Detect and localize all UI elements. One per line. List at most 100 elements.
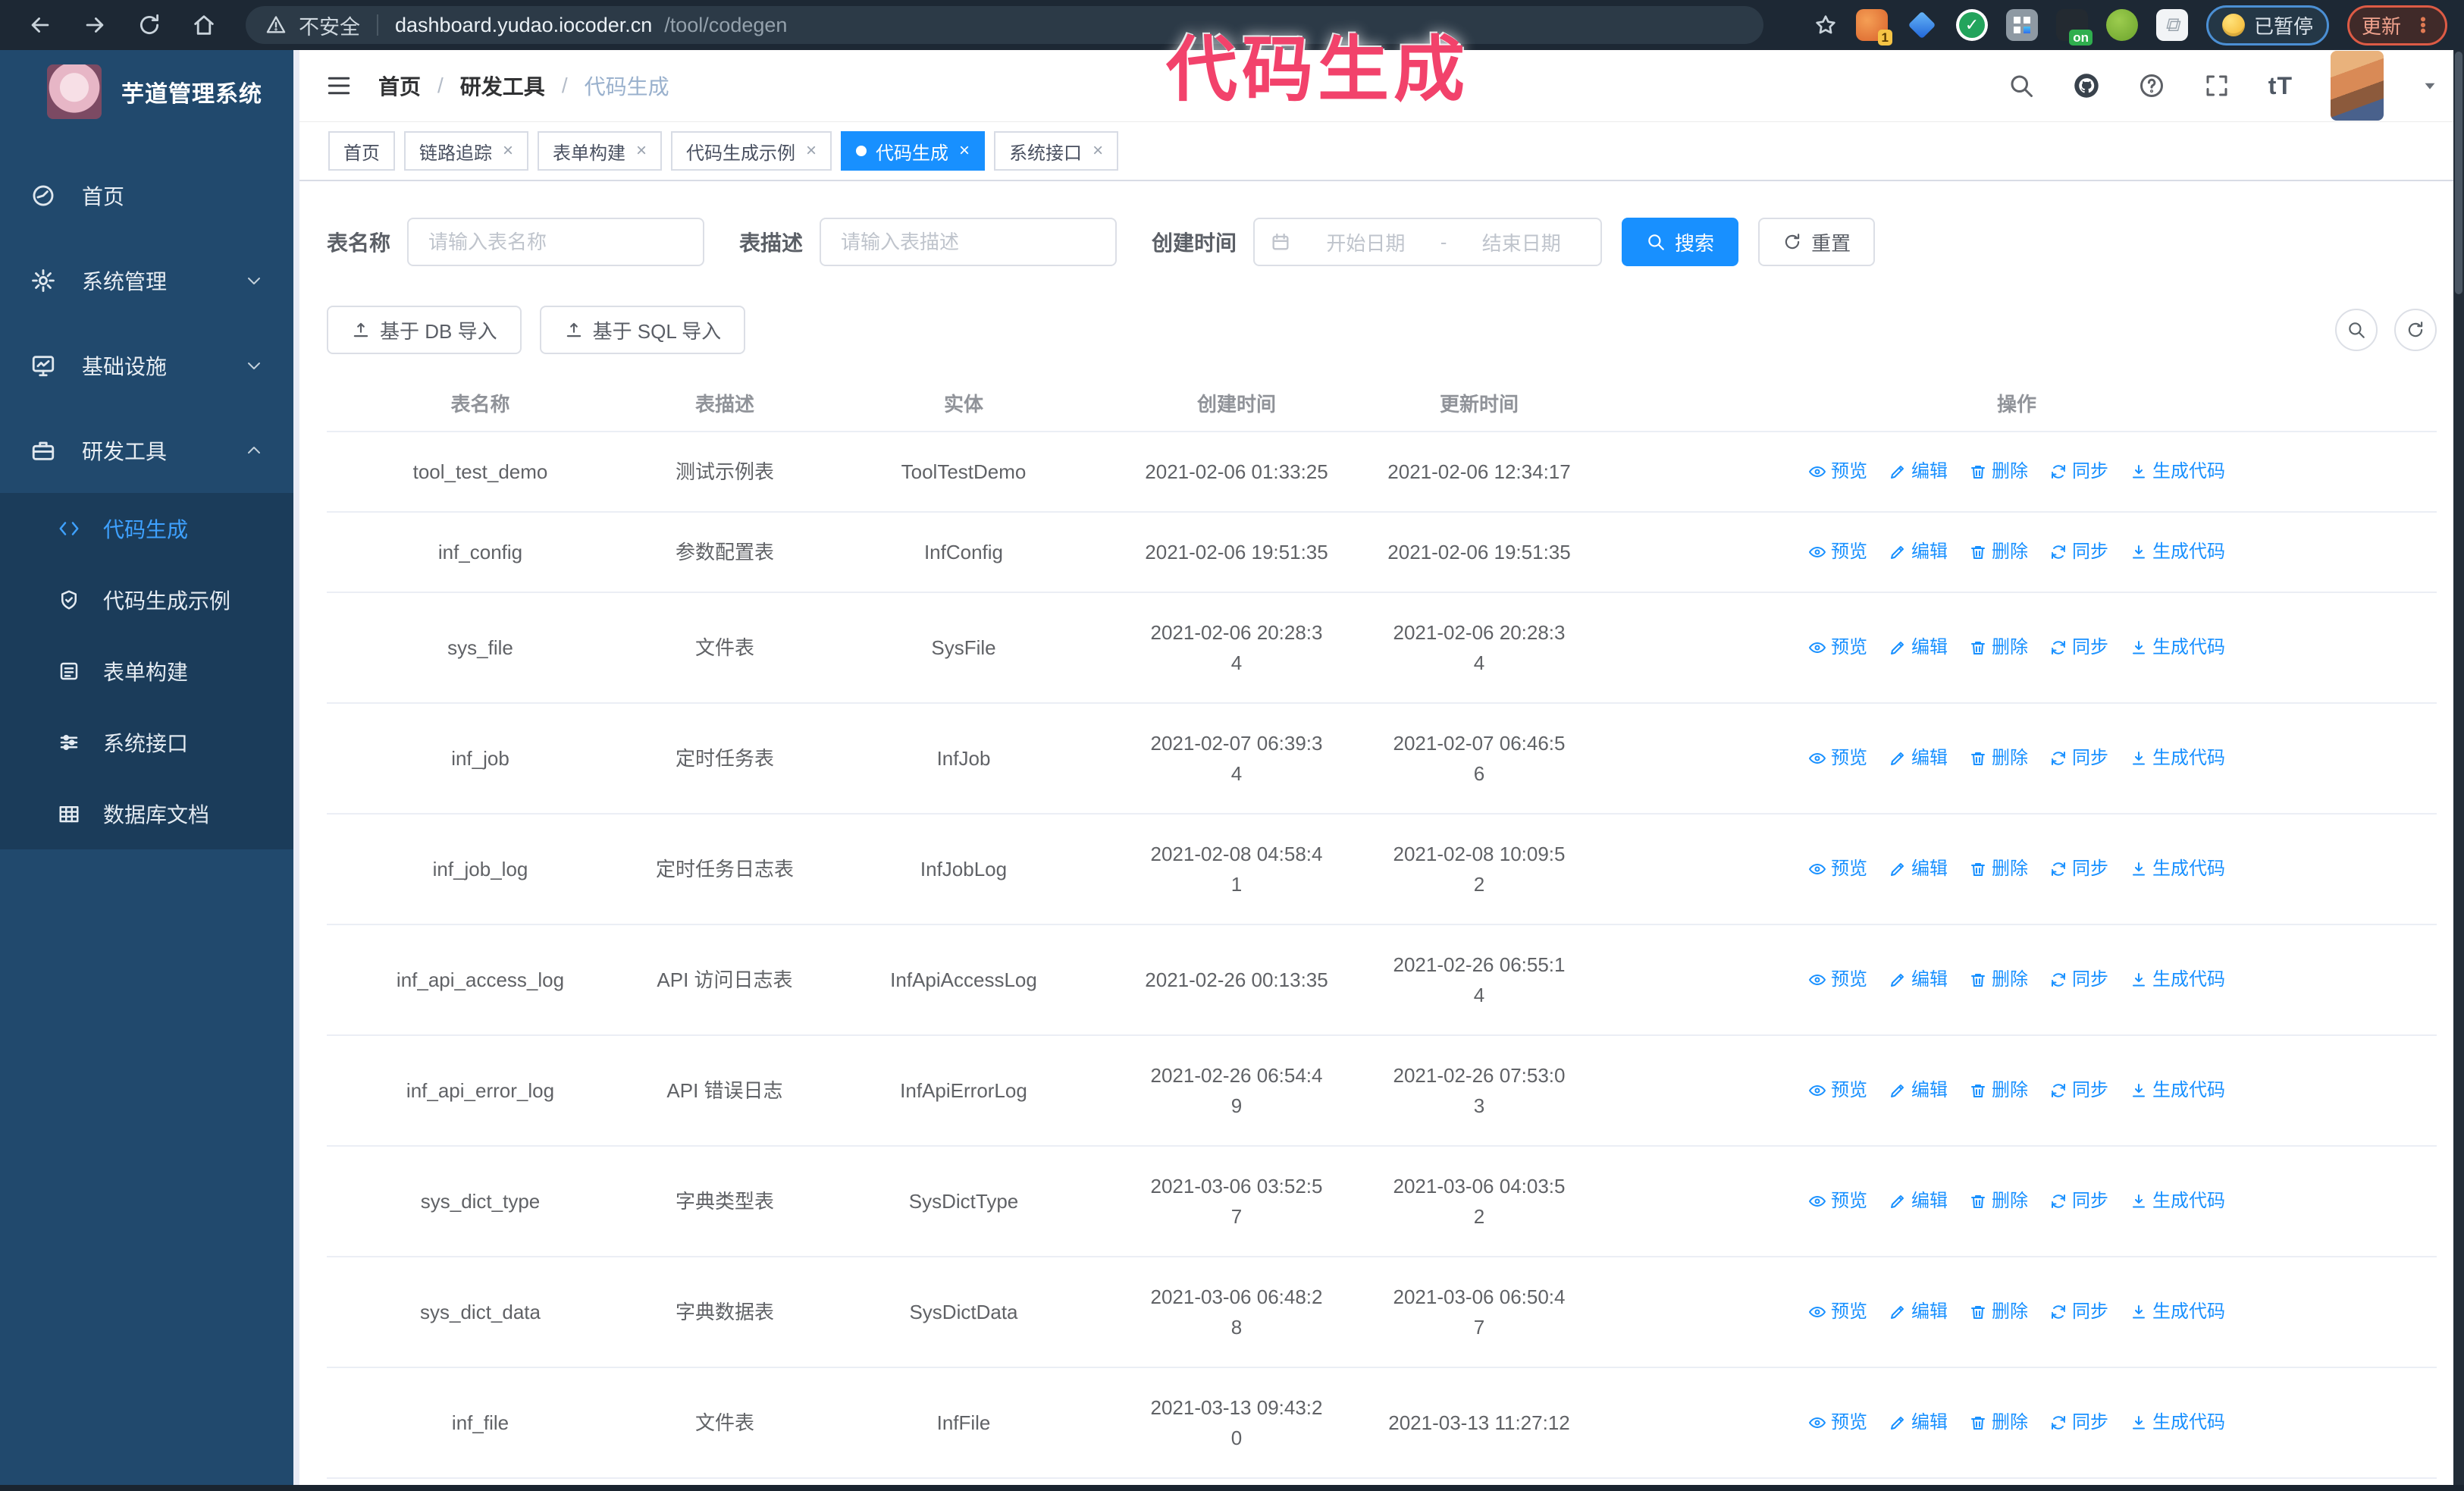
action-删除[interactable]: 删除 [1969,1408,2028,1438]
action-删除[interactable]: 删除 [1969,632,2028,663]
tab-链路追踪[interactable]: 链路追踪 × [404,131,529,171]
import-db-button[interactable]: 基于 DB 导入 [327,306,522,354]
close-icon[interactable]: × [1092,140,1103,162]
scrollbar-thumb[interactable] [2455,52,2462,294]
action-删除[interactable]: 删除 [1969,457,2028,487]
sidebar-logo[interactable]: 芋道管理系统 [0,50,293,133]
breadcrumb-item[interactable]: 研发工具 [460,71,545,101]
action-同步[interactable]: 同步 [2049,965,2108,995]
sidebar-item-基础设施[interactable]: 基础设施 [0,323,293,408]
action-预览[interactable]: 预览 [1808,632,1867,663]
action-生成代码[interactable]: 生成代码 [2130,1297,2225,1327]
action-同步[interactable]: 同步 [2049,1297,2108,1327]
action-编辑[interactable]: 编辑 [1889,743,1948,774]
action-编辑[interactable]: 编辑 [1889,537,1948,567]
action-生成代码[interactable]: 生成代码 [2130,965,2225,995]
action-同步[interactable]: 同步 [2049,1186,2108,1216]
action-预览[interactable]: 预览 [1808,965,1867,995]
browser-home-icon[interactable] [180,6,227,44]
action-预览[interactable]: 预览 [1808,537,1867,567]
browser-update-button[interactable]: 更新 [2346,5,2447,46]
extension-icon-orange[interactable]: 1 [1855,9,1892,46]
user-avatar[interactable] [2331,51,2384,121]
import-sql-button[interactable]: 基于 SQL 导入 [539,306,746,354]
action-删除[interactable]: 删除 [1969,854,2028,884]
action-预览[interactable]: 预览 [1808,743,1867,774]
kebab-menu-icon[interactable] [2413,15,2433,35]
tab-代码生成[interactable]: 代码生成 × [841,131,986,171]
tab-代码生成示例[interactable]: 代码生成示例 × [671,131,832,171]
action-生成代码[interactable]: 生成代码 [2130,457,2225,487]
action-编辑[interactable]: 编辑 [1889,1408,1948,1438]
action-同步[interactable]: 同步 [2049,743,2108,774]
browser-forward-icon[interactable] [71,6,118,44]
action-同步[interactable]: 同步 [2049,537,2108,567]
sidebar-subitem-代码生成示例[interactable]: 代码生成示例 [0,564,293,636]
font-size-icon[interactable]: tT [2268,72,2293,100]
extension-icon-grid[interactable] [2005,9,2038,41]
action-编辑[interactable]: 编辑 [1889,632,1948,663]
action-同步[interactable]: 同步 [2049,1408,2108,1438]
action-预览[interactable]: 预览 [1808,1075,1867,1106]
table-desc-input[interactable] [820,218,1118,266]
action-编辑[interactable]: 编辑 [1889,1186,1948,1216]
address-bar[interactable]: 不安全 dashboard.yudao.iocoder.cn/tool/code… [246,6,1763,44]
extensions-puzzle-icon[interactable]: ⧉ [2155,9,2188,41]
action-生成代码[interactable]: 生成代码 [2130,537,2225,567]
table-name-input[interactable] [407,218,705,266]
fullscreen-icon[interactable] [2203,72,2230,99]
sidebar-subitem-表单构建[interactable]: 表单构建 [0,636,293,707]
help-icon[interactable] [2138,72,2165,99]
action-生成代码[interactable]: 生成代码 [2130,632,2225,663]
close-icon[interactable]: × [636,140,647,162]
action-预览[interactable]: 预览 [1808,854,1867,884]
extension-icon-check[interactable]: ✓ [1955,9,1988,41]
action-预览[interactable]: 预览 [1808,1186,1867,1216]
sidebar-subitem-数据库文档[interactable]: 数据库文档 [0,778,293,849]
action-生成代码[interactable]: 生成代码 [2130,1186,2225,1216]
sidebar-subitem-代码生成[interactable]: 代码生成 [0,493,293,564]
browser-reload-icon[interactable] [126,6,173,44]
reset-button[interactable]: 重置 [1758,218,1876,266]
header-search-icon[interactable] [2008,72,2035,99]
github-icon[interactable] [2073,72,2100,99]
action-生成代码[interactable]: 生成代码 [2130,854,2225,884]
action-预览[interactable]: 预览 [1808,1297,1867,1327]
close-icon[interactable]: × [503,140,513,162]
search-button[interactable]: 搜索 [1622,218,1739,266]
create-time-range-picker[interactable]: 开始日期 - 结束日期 [1253,218,1603,266]
action-删除[interactable]: 删除 [1969,1297,2028,1327]
breadcrumb-item[interactable]: 首页 [378,71,421,101]
action-删除[interactable]: 删除 [1969,965,2028,995]
action-删除[interactable]: 删除 [1969,743,2028,774]
tab-表单构建[interactable]: 表单构建 × [538,131,663,171]
action-删除[interactable]: 删除 [1969,537,2028,567]
window-scrollbar[interactable] [2453,50,2464,1485]
extension-icon-dark[interactable]: on [2055,9,2093,46]
sidebar-item-首页[interactable]: 首页 [0,153,293,238]
action-生成代码[interactable]: 生成代码 [2130,1075,2225,1106]
tab-系统接口[interactable]: 系统接口 × [994,131,1119,171]
browser-back-icon[interactable] [17,6,64,44]
action-删除[interactable]: 删除 [1969,1186,2028,1216]
sidebar-item-研发工具[interactable]: 研发工具 [0,408,293,493]
action-预览[interactable]: 预览 [1808,457,1867,487]
extension-icon-green[interactable] [2105,9,2138,41]
avatar-dropdown-caret-icon[interactable] [2422,77,2438,94]
toggle-search-button[interactable] [2335,309,2378,351]
action-编辑[interactable]: 编辑 [1889,1297,1948,1327]
action-编辑[interactable]: 编辑 [1889,965,1948,995]
profile-paused-badge[interactable]: 已暂停 [2205,5,2329,46]
action-生成代码[interactable]: 生成代码 [2130,743,2225,774]
action-预览[interactable]: 预览 [1808,1408,1867,1438]
action-同步[interactable]: 同步 [2049,457,2108,487]
hamburger-icon[interactable] [325,72,353,99]
action-编辑[interactable]: 编辑 [1889,1075,1948,1106]
action-同步[interactable]: 同步 [2049,632,2108,663]
action-编辑[interactable]: 编辑 [1889,457,1948,487]
action-同步[interactable]: 同步 [2049,854,2108,884]
close-icon[interactable]: × [959,140,970,162]
sidebar-subitem-系统接口[interactable]: 系统接口 [0,707,293,778]
bookmark-star-icon[interactable] [1814,13,1838,37]
action-同步[interactable]: 同步 [2049,1075,2108,1106]
